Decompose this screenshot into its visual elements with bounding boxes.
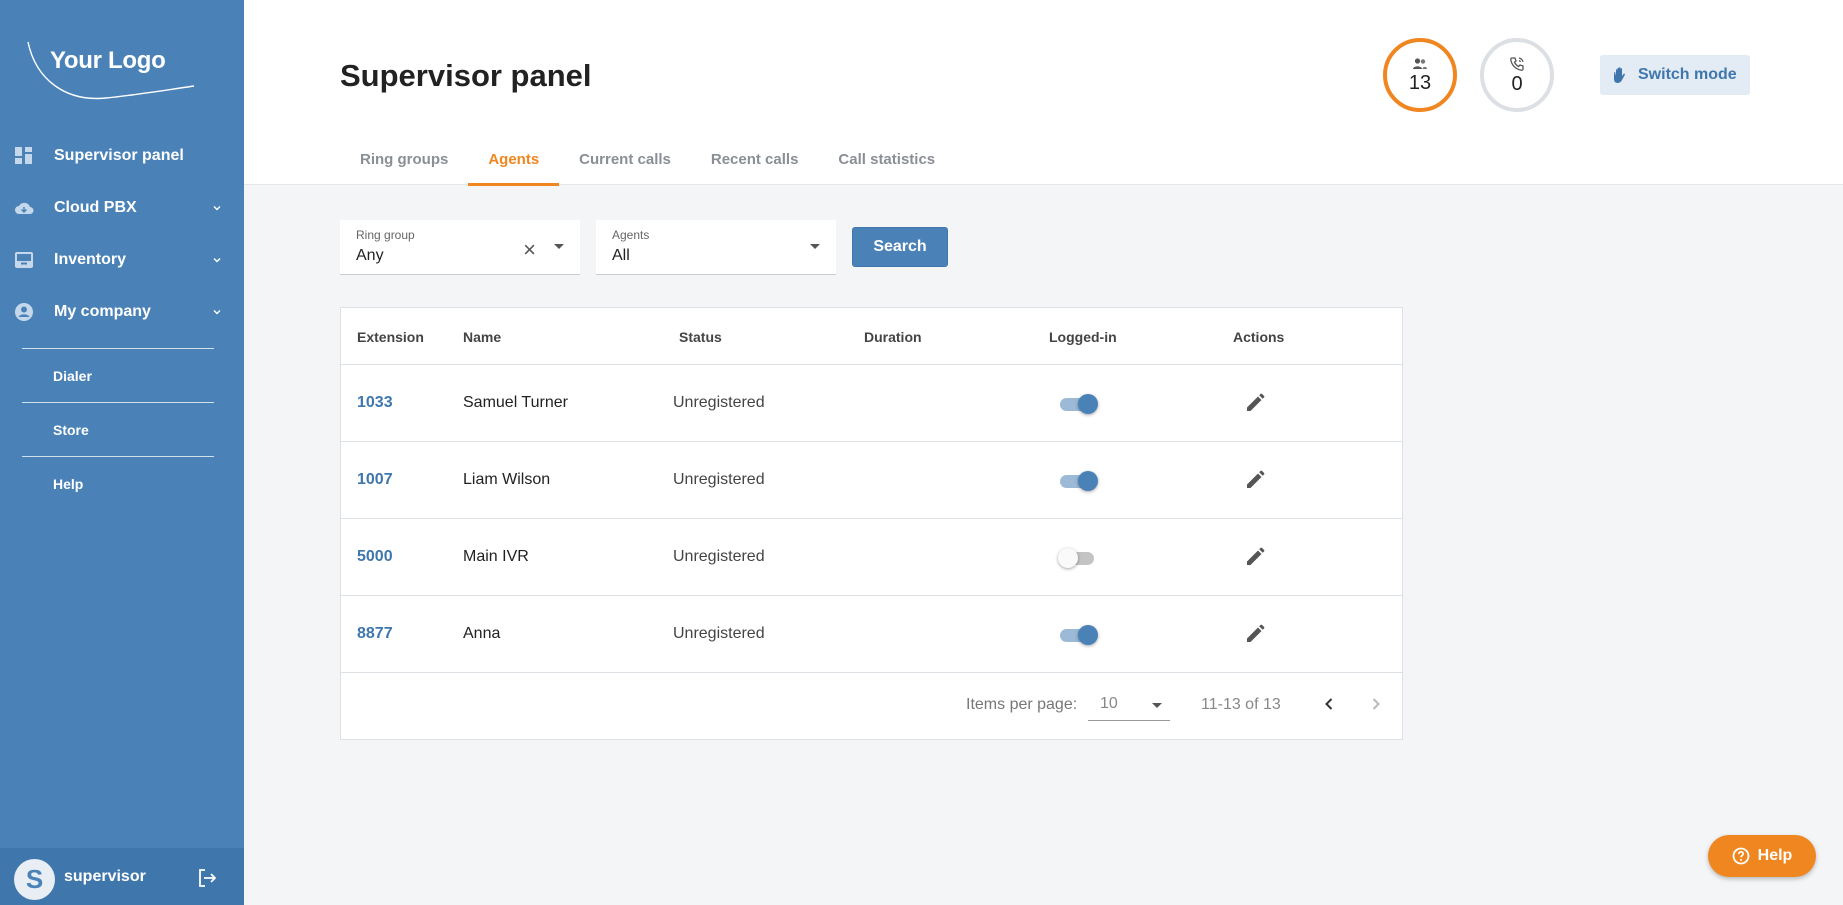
sidebar-link-dialer[interactable]: Dialer <box>22 348 214 402</box>
chevron-down-icon <box>213 310 221 315</box>
agents-count-badge: 13 <box>1383 38 1457 112</box>
agent-name: Main IVR <box>463 548 529 565</box>
logo[interactable]: Your Logo <box>26 40 196 104</box>
column-header-actions: Actions <box>1233 329 1285 345</box>
extension-link[interactable]: 5000 <box>357 548 393 566</box>
table-row: 8877 Anna Unregistered <box>341 596 1402 673</box>
column-header-name[interactable]: Name <box>463 329 501 345</box>
tab-bar: Ring groups Agents Current calls Recent … <box>340 138 955 186</box>
table-header: Extension Name Status Duration Logged-in… <box>341 308 1402 365</box>
agents-label: Agents <box>612 228 650 242</box>
agent-status: Unregistered <box>673 394 765 411</box>
logged-in-toggle[interactable] <box>1058 471 1098 491</box>
edit-icon[interactable] <box>1244 469 1266 491</box>
agent-status: Unregistered <box>673 625 765 642</box>
items-per-page-value: 10 <box>1100 695 1118 712</box>
chevron-left-icon[interactable] <box>1319 694 1339 714</box>
edit-icon[interactable] <box>1244 392 1266 414</box>
avatar[interactable]: S <box>14 859 55 900</box>
people-icon <box>1413 58 1427 69</box>
sidebar-item-cloud-pbx[interactable]: Cloud PBX <box>0 182 244 234</box>
agents-count: 13 <box>1408 72 1432 94</box>
chevron-right-icon[interactable] <box>1366 694 1386 714</box>
clear-icon[interactable]: × <box>523 237 536 263</box>
user-bar: S supervisor <box>0 848 244 905</box>
ring-group-value: Any <box>356 247 384 264</box>
sidebar: Your Logo Supervisor panel Cloud PBX Inv… <box>0 0 244 905</box>
tab-ring-groups[interactable]: Ring groups <box>340 138 468 185</box>
inventory-icon <box>15 252 33 268</box>
sidebar-item-my-company[interactable]: My company <box>0 286 244 338</box>
edit-icon[interactable] <box>1244 623 1266 645</box>
logged-in-toggle[interactable] <box>1058 394 1098 414</box>
agent-name: Samuel Turner <box>463 394 568 411</box>
tab-recent-calls[interactable]: Recent calls <box>691 138 819 185</box>
table-row: 1007 Liam Wilson Unregistered <box>341 442 1402 519</box>
hand-icon <box>1614 67 1625 83</box>
logout-icon[interactable] <box>196 867 218 889</box>
page-header: Supervisor panel Ring groups Agents Curr… <box>244 0 1843 186</box>
page-title: Supervisor panel <box>340 58 592 93</box>
sidebar-item-label: Inventory <box>54 251 127 268</box>
column-header-status[interactable]: Status <box>679 329 722 345</box>
user-name: supervisor <box>64 868 146 885</box>
edit-icon[interactable] <box>1244 546 1266 568</box>
tab-current-calls[interactable]: Current calls <box>559 138 691 185</box>
ring-group-label: Ring group <box>356 228 415 242</box>
agents-table: Extension Name Status Duration Logged-in… <box>340 307 1403 740</box>
tab-call-statistics[interactable]: Call statistics <box>818 138 955 185</box>
ring-group-select[interactable]: Ring group Any × <box>340 220 580 275</box>
sidebar-item-supervisor-panel[interactable]: Supervisor panel <box>0 130 244 182</box>
column-header-duration[interactable]: Duration <box>864 329 922 345</box>
sidebar-link-store[interactable]: Store <box>22 402 214 456</box>
dashboard-icon <box>15 147 32 164</box>
items-per-page-label: Items per page: <box>966 696 1078 713</box>
tab-agents[interactable]: Agents <box>468 138 560 186</box>
extension-link[interactable]: 8877 <box>357 625 393 643</box>
caret-down-icon[interactable] <box>810 244 820 249</box>
cloud-icon <box>15 202 34 214</box>
help-circle-icon <box>1732 847 1750 865</box>
logo-text: Your Logo <box>50 47 166 74</box>
sidebar-item-inventory[interactable]: Inventory <box>0 234 244 286</box>
agents-select[interactable]: Agents All <box>596 220 836 275</box>
extension-link[interactable]: 1007 <box>357 471 393 489</box>
phone-icon <box>1510 57 1524 71</box>
sidebar-links: Dialer Store Help <box>22 348 214 510</box>
agent-status: Unregistered <box>673 548 765 565</box>
sidebar-item-label: Supervisor panel <box>54 147 184 164</box>
caret-down-icon[interactable] <box>554 244 564 249</box>
account-circle-icon <box>15 303 33 321</box>
sidebar-nav: Supervisor panel Cloud PBX Inventory My … <box>0 130 244 338</box>
help-button[interactable]: Help <box>1708 835 1816 877</box>
help-button-label: Help <box>1757 847 1793 864</box>
chevron-down-icon <box>213 206 221 211</box>
switch-mode-button[interactable]: Switch mode <box>1600 55 1750 95</box>
calls-count: 0 <box>1511 73 1523 95</box>
sidebar-item-label: Cloud PBX <box>54 199 137 216</box>
agent-name: Liam Wilson <box>463 471 551 488</box>
logged-in-toggle[interactable] <box>1058 625 1098 645</box>
switch-mode-label: Switch mode <box>1638 66 1737 83</box>
chevron-down-icon <box>213 258 221 263</box>
sidebar-link-help[interactable]: Help <box>22 456 214 510</box>
agent-name: Anna <box>463 625 501 642</box>
paginator: Items per page: 10 11-13 of 13 <box>341 673 1402 739</box>
page-range: 11-13 of 13 <box>1201 696 1281 713</box>
column-header-extension[interactable]: Extension <box>357 329 424 345</box>
table-row: 1033 Samuel Turner Unregistered <box>341 365 1402 442</box>
table-row: 5000 Main IVR Unregistered <box>341 519 1402 596</box>
agent-status: Unregistered <box>673 471 765 488</box>
caret-down-icon <box>1152 703 1162 708</box>
items-per-page-select[interactable]: 10 <box>1088 685 1170 721</box>
agents-value: All <box>612 247 630 264</box>
sidebar-item-label: My company <box>54 303 151 320</box>
column-header-logged-in[interactable]: Logged-in <box>1049 329 1117 345</box>
calls-count-badge: 0 <box>1480 38 1554 112</box>
logged-in-toggle[interactable] <box>1058 548 1096 568</box>
search-button[interactable]: Search <box>852 227 948 267</box>
extension-link[interactable]: 1033 <box>357 394 393 412</box>
